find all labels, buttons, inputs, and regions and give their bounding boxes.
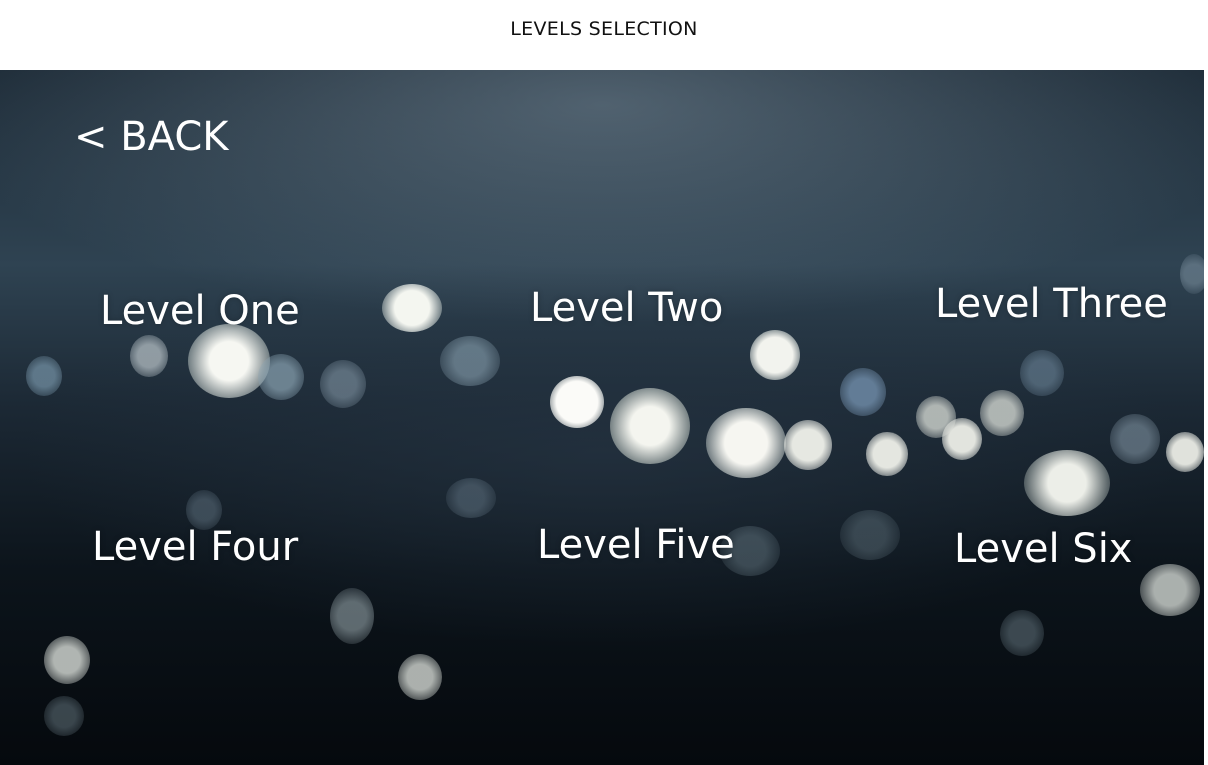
level-three-button[interactable]: Level Three <box>935 281 1168 327</box>
back-button[interactable]: < BACK <box>74 114 229 160</box>
level-four-button[interactable]: Level Four <box>92 524 298 570</box>
level-two-button[interactable]: Level Two <box>530 285 723 331</box>
bokeh-background: < BACK Level One Level Two Level Three L… <box>0 70 1204 765</box>
header-bar: LEVELS SELECTION <box>0 0 1208 70</box>
level-five-button[interactable]: Level Five <box>537 522 735 568</box>
page-title: LEVELS SELECTION <box>510 18 698 40</box>
right-edge-strip <box>1204 70 1208 765</box>
level-six-button[interactable]: Level Six <box>954 526 1132 572</box>
level-one-button[interactable]: Level One <box>100 288 300 334</box>
